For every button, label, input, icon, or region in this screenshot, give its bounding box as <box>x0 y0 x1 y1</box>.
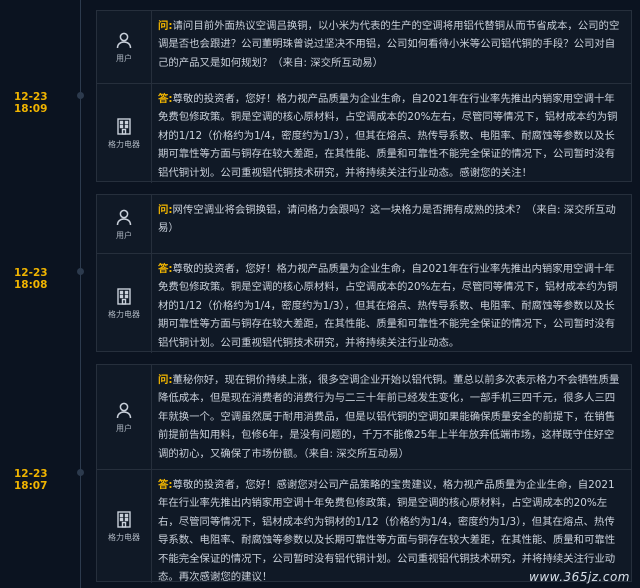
question-tag: 问: <box>158 204 173 216</box>
entry-time: 12-23 18:09 <box>14 91 48 115</box>
question-row: 用户 问:请问目前外面热议空调吕换铜，以小米为代表的生产的空调将用铝代替铜从而节… <box>97 11 631 83</box>
role-label: 格力电器 <box>108 310 140 319</box>
role-label: 用户 <box>116 423 132 433</box>
answer-row: 格力电器 答:尊敬的投资者，您好！格力视产品质量为企业生命，自2021年在行业率… <box>97 254 631 353</box>
user-icon <box>116 402 132 418</box>
user-role: 用户 <box>97 195 152 253</box>
qa-card: 用户 问:请问目前外面热议空调吕换铜，以小米为代表的生产的空调将用铝代替铜从而节… <box>96 10 632 183</box>
answer-tag: 答: <box>158 263 173 275</box>
building-icon <box>117 511 131 528</box>
question-text: 网传空调业将会铜换铝，请问格力会跟吗？这一块格力是否拥有成熟的技术？（来自: 深… <box>158 204 616 235</box>
role-label: 格力电器 <box>108 140 140 149</box>
building-icon <box>117 118 131 135</box>
answer-tag: 答: <box>158 479 173 491</box>
qa-card: 用户 问:董秘你好，现在铜价持续上涨，很多空调企业开始以铝代铜。董总以前多次表示… <box>96 364 632 583</box>
question-tag: 问: <box>158 20 173 32</box>
question-tag: 问: <box>158 374 173 386</box>
answer-content: 答:尊敬的投资者，您好！感谢您对公司产品策略的宝贵建议，格力视产品质量为企业生命… <box>152 470 631 583</box>
company-role: 格力电器 <box>97 254 152 353</box>
question-text: 董秘你好，现在铜价持续上涨，很多空调企业开始以铝代铜。董总以前多次表示格力不会牺… <box>158 374 620 460</box>
answer-row: 格力电器 答:尊敬的投资者，您好！感谢您对公司产品策略的宝贵建议，格力视产品质量… <box>97 470 631 583</box>
role-label: 用户 <box>116 230 132 240</box>
company-role: 格力电器 <box>97 84 152 183</box>
company-role: 格力电器 <box>97 470 152 583</box>
answer-content: 答:尊敬的投资者，您好！格力视产品质量为企业生命，自2021年在行业率先推出内销… <box>152 254 631 353</box>
question-text: 请问目前外面热议空调吕换铜，以小米为代表的生产的空调将用铝代替铜从而节省成本，公… <box>158 20 620 69</box>
entry-time: 12-23 18:07 <box>14 468 48 492</box>
role-label: 格力电器 <box>108 533 140 542</box>
answer-tag: 答: <box>158 93 173 105</box>
question-content: 问:请问目前外面热议空调吕换铜，以小米为代表的生产的空调将用铝代替铜从而节省成本… <box>152 11 631 83</box>
user-icon <box>116 209 132 225</box>
user-icon <box>116 32 132 48</box>
building-icon <box>117 288 131 305</box>
answer-text: 尊敬的投资者，您好！格力视产品质量为企业生命，自2021年在行业率先推出内销家用… <box>158 263 618 349</box>
answer-content: 答:尊敬的投资者，您好！格力视产品质量为企业生命，自2021年在行业率先推出内销… <box>152 84 631 183</box>
question-content: 问:董秘你好，现在铜价持续上涨，很多空调企业开始以铝代铜。董总以前多次表示格力不… <box>152 365 631 469</box>
answer-text: 尊敬的投资者，您好！格力视产品质量为企业生命，自2021年在行业率先推出内销家用… <box>158 93 618 179</box>
question-row: 用户 问:董秘你好，现在铜价持续上涨，很多空调企业开始以铝代铜。董总以前多次表示… <box>97 365 631 469</box>
role-label: 用户 <box>116 53 132 63</box>
answer-row: 格力电器 答:尊敬的投资者，您好！格力视产品质量为企业生命，自2021年在行业率… <box>97 84 631 183</box>
site-watermark: www.365jz.com <box>529 570 630 584</box>
answer-text: 尊敬的投资者，您好！感谢您对公司产品策略的宝贵建议，格力视产品质量为企业生命，自… <box>158 479 616 583</box>
user-role: 用户 <box>97 365 152 469</box>
qa-card: 用户 问:网传空调业将会铜换铝，请问格力会跟吗？这一块格力是否拥有成熟的技术？（… <box>96 194 632 353</box>
user-role: 用户 <box>97 11 152 83</box>
question-row: 用户 问:网传空调业将会铜换铝，请问格力会跟吗？这一块格力是否拥有成熟的技术？（… <box>97 195 631 253</box>
entry-time: 12-23 18:08 <box>14 267 48 291</box>
timeline-line <box>80 0 81 588</box>
question-content: 问:网传空调业将会铜换铝，请问格力会跟吗？这一块格力是否拥有成熟的技术？（来自:… <box>152 195 631 253</box>
